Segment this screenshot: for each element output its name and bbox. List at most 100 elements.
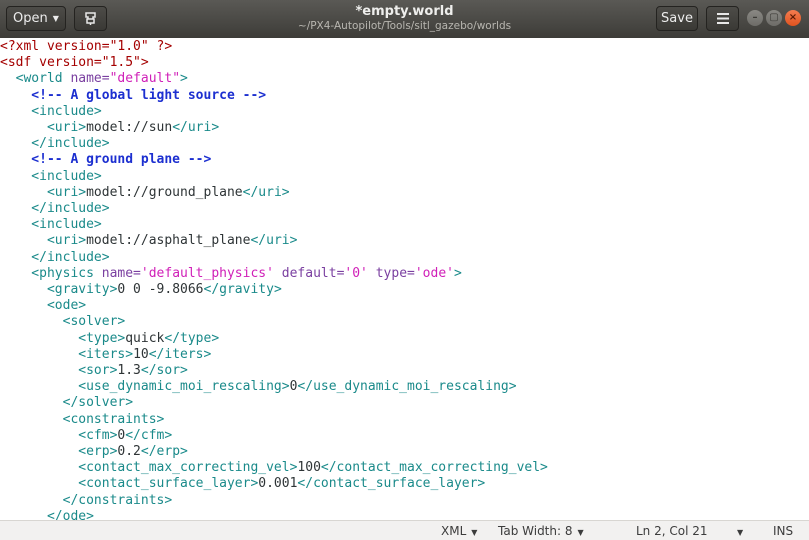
code-token: </contact_max_correcting_vel>: [320, 460, 548, 476]
code-token: </include>: [0, 136, 110, 152]
code-token: 'ode': [414, 265, 454, 281]
code-token: >: [454, 265, 462, 281]
code-line: </ode>: [0, 509, 94, 520]
language-label: XML: [441, 524, 467, 538]
code-token: 100: [297, 460, 321, 476]
code-token: </erp>: [140, 444, 188, 459]
code-token: </cfm>: [125, 427, 173, 443]
code-token: <?xml version="1.0" ?>: [0, 39, 173, 54]
code-token: </uri>: [242, 184, 290, 200]
text-editor[interactable]: <?xml version="1.0" ?> <sdf version="1.5"…: [0, 38, 809, 520]
code-line: <use_dynamic_moi_rescaling>0</use_dynami…: [0, 379, 517, 395]
maximize-icon[interactable]: ▢: [766, 10, 782, 26]
code-token: <world: [0, 71, 71, 87]
code-line: <sor>1.3</sor>: [0, 363, 188, 379]
new-document-button[interactable]: [74, 6, 107, 31]
code-line: <iters>10</iters>: [0, 347, 211, 363]
code-token: </uri>: [172, 120, 220, 135]
code-token: "default": [109, 71, 181, 87]
code-token: type=: [367, 265, 415, 281]
open-label: Open: [13, 11, 48, 26]
code-token: </include>: [0, 201, 110, 216]
chevron-down-icon: ▼: [471, 528, 478, 537]
code-line: </solver>: [0, 395, 133, 411]
code-line: <include>: [0, 217, 101, 233]
code-token: name=: [70, 71, 110, 87]
cursor-position[interactable]: Ln 2, Col 21: [636, 524, 708, 538]
code-token: 10: [133, 346, 149, 362]
code-token: name=: [101, 265, 141, 281]
code-token: '0': [344, 265, 368, 281]
code-line: <constraints>: [0, 411, 165, 428]
code-token: <contact_max_correcting_vel>: [0, 460, 298, 476]
close-icon[interactable]: ×: [785, 10, 801, 26]
position-dropdown[interactable]: ▼: [737, 524, 743, 538]
cursor-position-label: Ln 2, Col 21: [636, 524, 708, 538]
hamburger-menu-icon: [716, 13, 729, 24]
code-token: </ode>: [0, 508, 94, 520]
code-token: </use_dynamic_moi_rescaling>: [297, 379, 517, 395]
code-line: </include>: [0, 201, 110, 217]
code-line: <gravity>0 0 -9.8066</gravity>: [0, 282, 282, 298]
code-line: <!-- A ground plane -->: [0, 152, 211, 168]
chevron-down-icon: ▼: [577, 528, 584, 537]
code-token: <include>: [0, 168, 102, 184]
document-pin-icon: [85, 12, 96, 25]
language-selector[interactable]: XML ▼: [441, 524, 477, 538]
window-title-area: *empty.world ~/PX4-Autopilot/Tools/sitl_…: [200, 4, 609, 33]
code-token: >: [180, 71, 188, 87]
save-button[interactable]: Save: [656, 6, 698, 31]
code-token: </uri>: [250, 233, 298, 249]
code-token: <cfm>: [0, 427, 118, 443]
menu-button[interactable]: [706, 6, 739, 31]
code-line: <include>: [0, 168, 102, 185]
open-button[interactable]: Open ▼: [6, 6, 66, 31]
window-subtitle: ~/PX4-Autopilot/Tools/sitl_gazebo/worlds: [297, 20, 512, 32]
code-token: <physics: [0, 265, 102, 281]
code-line: <sdf version="1.5">: [0, 55, 149, 71]
code-token: <constraints>: [0, 411, 165, 427]
code-token: 0 0 -9.8066: [117, 282, 204, 297]
code-token: <uri>: [0, 120, 87, 135]
code-line: <uri>model://sun</uri>: [0, 120, 219, 136]
code-token: model://ground_plane: [86, 184, 243, 200]
code-line: <cfm>0</cfm>: [0, 428, 172, 444]
code-token: default=: [273, 265, 345, 281]
code-token: <iters>: [0, 346, 134, 362]
code-token: </gravity>: [203, 282, 282, 297]
code-token: <gravity>: [0, 282, 118, 297]
code-token: 'default_physics': [140, 265, 274, 281]
tab-width-selector[interactable]: Tab Width: 8 ▼: [498, 524, 584, 538]
window-controls: – ▢ ×: [747, 10, 803, 27]
code-token: </contact_surface_layer>: [297, 476, 486, 492]
code-token: </type>: [164, 330, 220, 346]
code-token: <include>: [0, 103, 102, 119]
code-line: <solver>: [0, 314, 126, 330]
status-bar: XML ▼ Tab Width: 8 ▼ Ln 2, Col 21 ▼ INS: [0, 520, 809, 540]
code-line: <uri>model://ground_plane</uri>: [0, 185, 290, 201]
code-token: <type>: [0, 330, 126, 346]
code-token: <erp>: [0, 444, 118, 459]
code-token: </include>: [0, 249, 110, 265]
code-line: <uri>model://asphalt_plane</uri>: [0, 233, 297, 249]
code-token: <uri>: [0, 233, 87, 249]
minimize-icon[interactable]: –: [747, 10, 763, 26]
code-token: model://asphalt_plane: [86, 233, 251, 249]
code-line: </constraints>: [0, 493, 173, 509]
code-token: </sor>: [140, 363, 188, 378]
code-token: quick: [125, 330, 165, 346]
insert-mode-label: INS: [773, 524, 794, 538]
code-token: <uri>: [0, 184, 87, 200]
code-token: <ode>: [0, 298, 87, 314]
code-line: <contact_max_correcting_vel>100</contact…: [0, 460, 548, 476]
insert-mode[interactable]: INS: [773, 524, 793, 538]
code-line: <?xml version="1.0" ?>: [0, 39, 172, 55]
code-token: <solver>: [0, 314, 126, 330]
code-line: </include>: [0, 136, 110, 152]
code-line: <ode>: [0, 298, 86, 314]
code-token: <!-- A ground plane -->: [0, 152, 212, 168]
code-token: model://sun: [86, 120, 173, 135]
code-token: <contact_surface_layer>: [0, 476, 259, 492]
code-line: <contact_surface_layer>0.001</contact_su…: [0, 476, 485, 492]
code-line: </include>: [0, 249, 110, 266]
